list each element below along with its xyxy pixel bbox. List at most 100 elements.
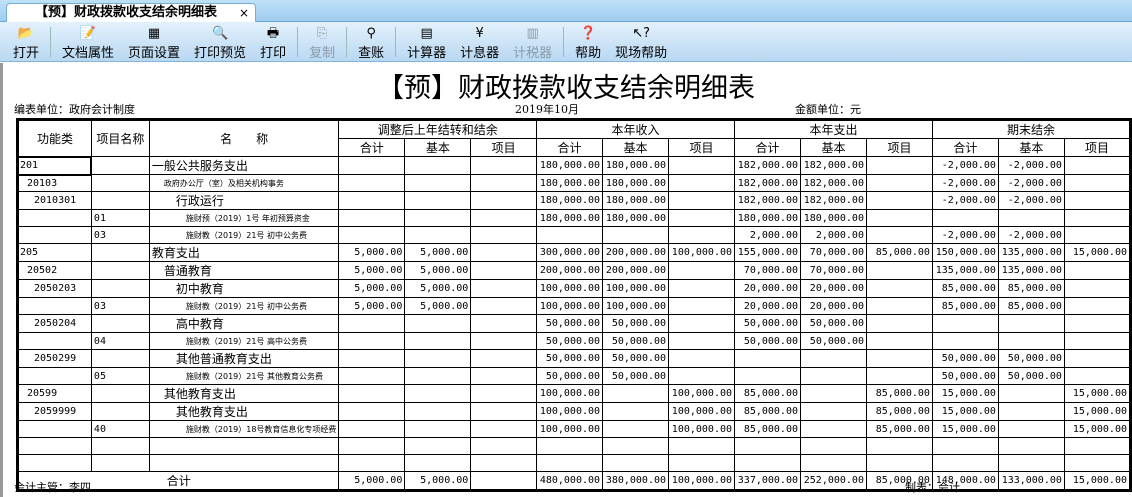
amount-cell[interactable]: [931, 454, 999, 472]
amount-cell[interactable]: 15,000.00: [931, 402, 999, 421]
amount-cell[interactable]: 85,000.00: [865, 420, 933, 438]
amount-cell[interactable]: 100,000.00: [668, 384, 736, 403]
amount-cell[interactable]: 15,000.00: [931, 384, 999, 403]
amount-cell[interactable]: [338, 402, 406, 421]
amount-cell[interactable]: [470, 226, 538, 244]
function-code-cell[interactable]: 20502: [17, 261, 92, 280]
amount-cell[interactable]: 85,000.00: [931, 297, 999, 315]
amount-cell[interactable]: 180,000.00: [800, 209, 867, 227]
amount-cell[interactable]: 85,000.00: [931, 279, 999, 298]
amount-cell[interactable]: [800, 420, 867, 438]
amount-cell[interactable]: [668, 314, 736, 333]
amount-cell[interactable]: [338, 226, 406, 244]
name-cell[interactable]: 行政运行: [148, 191, 340, 210]
amount-cell[interactable]: [338, 314, 406, 333]
project-code-cell[interactable]: [90, 454, 150, 472]
amount-cell[interactable]: -2,000.00: [997, 174, 1065, 192]
amount-cell[interactable]: [404, 420, 472, 438]
amount-cell[interactable]: [1063, 279, 1132, 298]
amount-cell[interactable]: [668, 191, 736, 210]
amount-cell[interactable]: [338, 349, 406, 368]
amount-cell[interactable]: [865, 191, 933, 210]
amount-cell[interactable]: [536, 454, 604, 472]
amount-cell[interactable]: [404, 437, 472, 455]
amount-cell[interactable]: 85,000.00: [865, 243, 933, 262]
toolbar-button-context-help[interactable]: ↖? 现场帮助: [608, 22, 674, 61]
amount-cell[interactable]: [865, 226, 933, 244]
amount-cell[interactable]: [470, 261, 538, 280]
amount-cell[interactable]: [338, 454, 406, 472]
project-code-cell[interactable]: [90, 402, 150, 421]
amount-cell[interactable]: 50,000.00: [536, 314, 604, 333]
amount-cell[interactable]: [602, 437, 670, 455]
amount-cell[interactable]: 15,000.00: [1063, 420, 1132, 438]
function-code-cell[interactable]: 2050204: [17, 314, 92, 333]
amount-cell[interactable]: 135,000.00: [997, 261, 1065, 280]
amount-cell[interactable]: 50,000.00: [602, 332, 670, 350]
amount-cell[interactable]: [404, 156, 472, 175]
amount-cell[interactable]: 180,000.00: [602, 209, 670, 227]
amount-cell[interactable]: [1063, 156, 1132, 175]
amount-cell[interactable]: 15,000.00: [1063, 384, 1132, 403]
toolbar-button-help[interactable]: ❓ 帮助: [568, 22, 608, 61]
project-code-cell[interactable]: [90, 384, 150, 403]
name-cell[interactable]: 其他教育支出: [148, 402, 340, 421]
project-code-cell[interactable]: 03: [90, 226, 150, 244]
project-code-cell[interactable]: [90, 314, 150, 333]
amount-cell[interactable]: 100,000.00: [536, 402, 604, 421]
amount-cell[interactable]: 155,000.00: [734, 243, 801, 262]
name-cell[interactable]: 施财教（2019）21号 初中公务费: [148, 297, 340, 315]
amount-cell[interactable]: [470, 314, 538, 333]
project-code-cell[interactable]: [90, 174, 150, 192]
amount-cell[interactable]: [1063, 454, 1132, 472]
name-cell[interactable]: 高中教育: [148, 314, 340, 333]
amount-cell[interactable]: [470, 384, 538, 403]
amount-cell[interactable]: 5,000.00: [404, 279, 472, 298]
amount-cell[interactable]: 50,000.00: [602, 367, 670, 385]
amount-cell[interactable]: 85,000.00: [997, 279, 1065, 298]
table-row[interactable]: [17, 437, 1132, 455]
amount-cell[interactable]: 100,000.00: [536, 279, 604, 298]
amount-cell[interactable]: [1063, 226, 1132, 244]
amount-cell[interactable]: 50,000.00: [602, 314, 670, 333]
function-code-cell[interactable]: 2050203: [17, 279, 92, 298]
amount-cell[interactable]: [404, 349, 472, 368]
toolbar-button-calculator[interactable]: ▤ 计算器: [400, 22, 453, 61]
amount-cell[interactable]: [1063, 261, 1132, 280]
amount-cell[interactable]: [668, 279, 736, 298]
project-code-cell[interactable]: [90, 349, 150, 368]
amount-cell[interactable]: [865, 156, 933, 175]
amount-cell[interactable]: [470, 156, 538, 175]
amount-cell[interactable]: [931, 209, 999, 227]
project-code-cell[interactable]: [90, 261, 150, 280]
amount-cell[interactable]: [470, 297, 538, 315]
function-code-cell[interactable]: 2010301: [17, 191, 92, 210]
name-cell[interactable]: 政府办公厅（室）及相关机构事务: [148, 174, 340, 192]
name-cell[interactable]: 一般公共服务支出: [148, 156, 340, 175]
amount-cell[interactable]: 50,000.00: [734, 314, 801, 333]
project-code-cell[interactable]: [90, 437, 150, 455]
amount-cell[interactable]: [470, 420, 538, 438]
amount-cell[interactable]: 50,000.00: [602, 349, 670, 368]
amount-cell[interactable]: [338, 332, 406, 350]
close-icon[interactable]: ×: [239, 4, 249, 22]
project-code-cell[interactable]: [90, 191, 150, 210]
amount-cell[interactable]: 15,000.00: [1063, 402, 1132, 421]
amount-cell[interactable]: 100,000.00: [536, 420, 604, 438]
function-code-cell[interactable]: [17, 420, 92, 438]
amount-cell[interactable]: 20,000.00: [734, 297, 801, 315]
amount-cell[interactable]: [404, 402, 472, 421]
amount-cell[interactable]: [338, 437, 406, 455]
amount-cell[interactable]: 100,000.00: [668, 402, 736, 421]
amount-cell[interactable]: 2,000.00: [800, 226, 867, 244]
amount-cell[interactable]: [338, 191, 406, 210]
amount-cell[interactable]: [865, 261, 933, 280]
amount-cell[interactable]: [404, 314, 472, 333]
amount-cell[interactable]: [1063, 174, 1132, 192]
project-code-cell[interactable]: 03: [90, 297, 150, 315]
amount-cell[interactable]: [865, 279, 933, 298]
table-row[interactable]: 03 施财教（2019）21号 初中公务费 5,000.00 5,000.00 100,…: [17, 297, 1132, 315]
amount-cell[interactable]: [865, 332, 933, 350]
project-code-cell[interactable]: 05: [90, 367, 150, 385]
amount-cell[interactable]: [865, 437, 933, 455]
